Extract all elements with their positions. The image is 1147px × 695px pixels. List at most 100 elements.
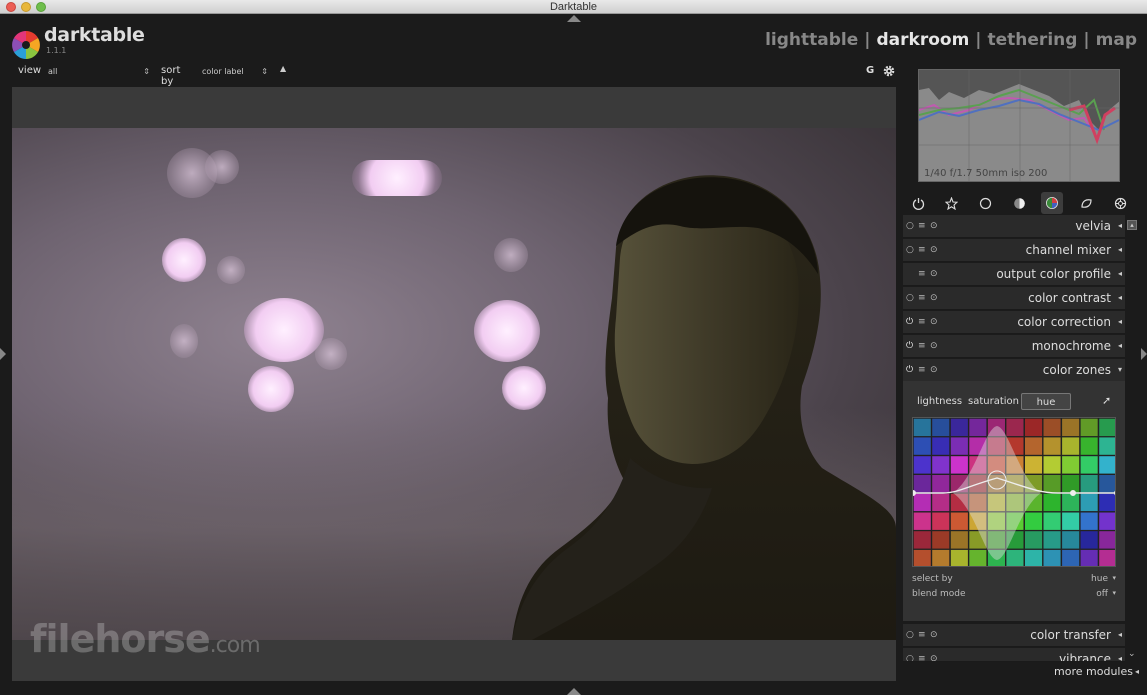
top-panel-toggle[interactable] [567,15,581,22]
expand-arrow-icon: ◂ [1117,269,1122,278]
module-color-contrast[interactable]: ○ ≡ ⊙ color contrast ◂ [903,287,1125,310]
power-icon[interactable] [907,192,929,214]
color-swatch [1080,512,1098,530]
color-swatch [1099,512,1115,530]
presets-icon[interactable]: ≡ [918,269,926,279]
sort-select[interactable]: color label ⇕ [200,64,270,79]
reset-icon[interactable]: ⊙ [930,317,938,327]
color-swatch [1043,512,1061,530]
power-on-icon[interactable]: ⏻ [906,341,913,351]
histogram[interactable]: 1/40 f/1.7 50mm iso 200 [918,69,1120,182]
effect-icon[interactable] [1109,192,1131,214]
module-monochrome[interactable]: ⏻ ≡ ⊙ monochrome ◂ [903,335,1125,358]
power-icon[interactable]: ○ [906,221,914,231]
power-on-icon[interactable]: ⏻ [906,317,913,327]
color-icon[interactable] [1041,192,1063,214]
color-swatch [1099,531,1115,549]
reset-icon[interactable]: ⊙ [930,365,938,375]
presets-icon[interactable]: ≡ [918,245,926,255]
reset-icon[interactable]: ⊙ [930,245,938,255]
view-lighttable[interactable]: lighttable [765,30,858,50]
expand-arrow-icon: ◂ [1117,317,1122,326]
app-version: 1.1.1 [46,46,67,55]
view-tethering[interactable]: tethering [988,30,1078,50]
color-swatch [969,549,987,566]
presets-icon[interactable]: ≡ [918,365,926,375]
power-on-icon[interactable]: ⏻ [906,365,913,375]
color-swatch [1099,475,1115,493]
color-swatch [1025,549,1043,566]
module-color-correction[interactable]: ⏻ ≡ ⊙ color correction ◂ [903,311,1125,334]
power-icon[interactable]: ○ [906,630,914,640]
reset-icon[interactable]: ⊙ [930,341,938,351]
dropdown-arrow-icon: ▾ [1112,589,1116,597]
expand-arrow-icon: ◂ [1117,630,1122,639]
color-swatch [1099,549,1115,566]
color-swatch [1043,493,1061,512]
bottom-panel-toggle[interactable] [567,688,581,695]
power-icon[interactable]: ○ [906,293,914,303]
window-titlebar: Darktable [0,0,1147,14]
color-swatch [950,437,968,455]
tab-lightness[interactable]: lightness [917,393,962,410]
blend-mode-row[interactable]: blend mode off ▾ [912,589,1116,602]
color-swatch [1043,418,1061,437]
dropdown-arrow-icon: ▾ [1112,574,1116,582]
color-picker-icon[interactable]: ➚ [1102,394,1111,407]
view-filter-select[interactable]: all ⇕ [46,64,152,79]
color-swatch [913,456,931,474]
expand-arrow-icon: ◂ [1117,341,1122,350]
favorites-icon[interactable] [940,192,962,214]
module-color-zones[interactable]: ⏻ ≡ ⊙ color zones ▾ [903,359,1125,382]
module-velvia[interactable]: ○ ≡ ⊙ velvia ◂ [903,215,1125,238]
view-darkroom[interactable]: darkroom [877,30,970,50]
module-label: color zones [1042,363,1111,377]
sort-label: sort by [161,65,181,87]
color-swatch [932,549,950,566]
color-swatch [1080,418,1098,437]
scroll-up-button[interactable]: ▴ [1127,220,1137,230]
presets-icon[interactable]: ≡ [918,341,926,351]
left-panel-toggle[interactable] [0,348,6,360]
color-swatch [1006,549,1024,566]
presets-icon[interactable]: ≡ [918,293,926,303]
color-swatch [950,549,968,566]
module-label: vibrance [1059,652,1111,662]
edited-photo[interactable] [12,128,896,640]
gear-icon[interactable] [882,64,896,78]
module-vibrance[interactable]: ○ ≡ ⊙ vibrance ◂ [903,648,1125,662]
presets-icon[interactable]: ≡ [918,630,926,640]
module-output-color-profile[interactable]: ≡ ⊙ output color profile ◂ [903,263,1125,286]
right-panel-toggle[interactable] [1141,348,1147,360]
presets-icon[interactable]: ≡ [918,317,926,327]
more-modules-button[interactable]: more modules ◂ [1054,665,1139,678]
view-map[interactable]: map [1096,30,1137,50]
reset-icon[interactable]: ⊙ [930,269,938,279]
presets-icon[interactable]: ≡ [918,654,926,661]
reset-icon[interactable]: ⊙ [930,630,938,640]
reset-icon[interactable]: ⊙ [930,221,938,231]
color-swatch [913,437,931,455]
color-swatch [932,531,950,549]
color-zones-graph[interactable] [912,417,1116,567]
tab-hue[interactable]: hue [1021,393,1071,410]
reset-icon[interactable]: ⊙ [930,654,938,661]
presets-icon[interactable]: ≡ [918,221,926,231]
select-by-row[interactable]: select by hue ▾ [912,574,1116,587]
grouping-button[interactable]: G [866,65,874,76]
module-channel-mixer[interactable]: ○ ≡ ⊙ channel mixer ◂ [903,239,1125,262]
tone-icon[interactable] [1008,192,1030,214]
color-swatch [1006,418,1024,437]
updown-chevron-icon: ⇕ [261,67,268,76]
watermark-suffix: .com [209,633,261,658]
basic-circle-icon[interactable] [974,192,996,214]
reset-icon[interactable]: ⊙ [930,293,938,303]
power-icon[interactable]: ○ [906,245,914,255]
scroll-down-chevron-icon[interactable]: ⌄ [1128,649,1136,659]
power-icon[interactable]: ○ [906,654,914,661]
correct-icon[interactable] [1075,192,1097,214]
sort-direction-button[interactable]: ▲ [280,64,286,73]
module-color-transfer[interactable]: ○ ≡ ⊙ color transfer ◂ [903,624,1125,647]
tab-saturation[interactable]: saturation [968,393,1019,410]
color-swatch [1062,437,1080,455]
